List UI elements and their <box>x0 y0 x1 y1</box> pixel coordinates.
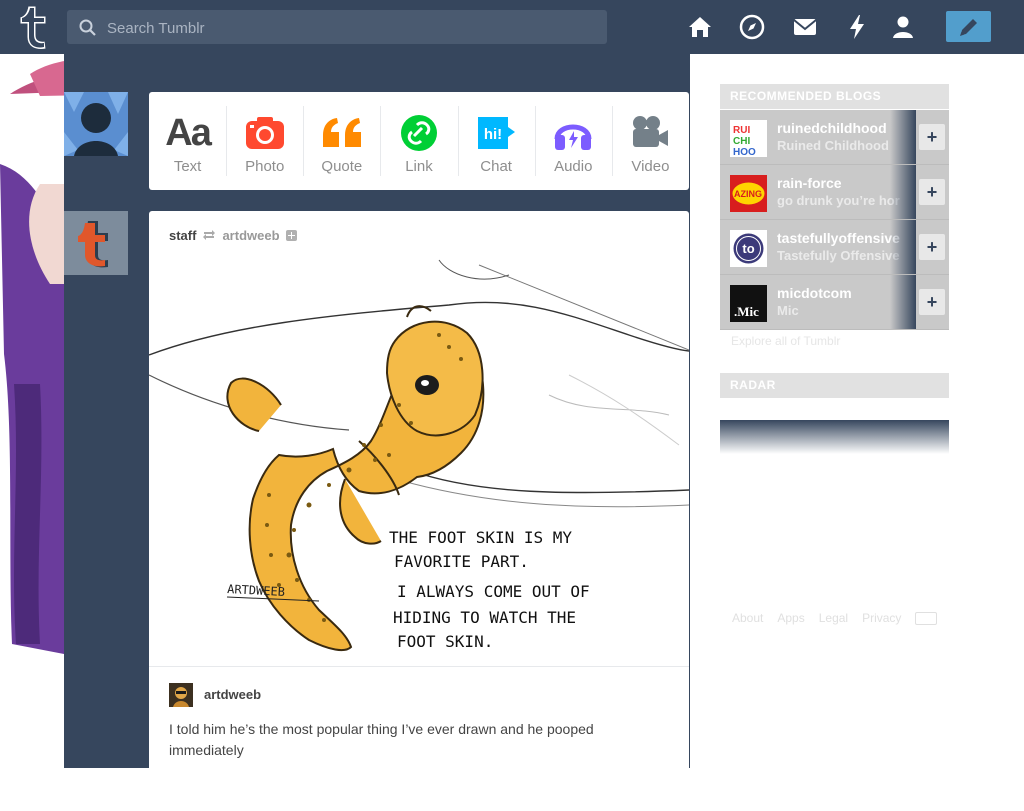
blog-name[interactable]: tastefullyoffensive <box>777 230 900 246</box>
explore-link[interactable]: Explore all of Tumblr <box>731 334 840 348</box>
follow-cell: + <box>916 110 949 164</box>
ruinedchildhood-avatar: RUI CHI HOO <box>730 120 767 157</box>
chat-post-button[interactable]: hi! Chat <box>457 92 535 190</box>
caption-line-3: I ALWAYS COME OUT OF <box>397 582 590 601</box>
blog-name[interactable]: rain-force <box>777 175 842 191</box>
footer-legal-link[interactable]: Legal <box>819 611 848 625</box>
audio-post-label: Audio <box>554 158 593 175</box>
footer-links: About Apps Legal Privacy <box>732 611 938 625</box>
recommended-blog-item[interactable]: RUI CHI HOO ruinedchildhood Ruined Child… <box>720 110 949 165</box>
link-icon <box>400 115 437 151</box>
recommended-blogs-title: RECOMMENDED BLOGS <box>720 84 949 109</box>
tastefullyoffensive-avatar: to <box>730 230 767 267</box>
micdotcom-avatar: .Mic <box>730 285 767 322</box>
chat-post-label: Chat <box>480 158 512 175</box>
follow-plus-icon[interactable] <box>285 229 297 241</box>
svg-text:hi!: hi! <box>484 126 502 143</box>
post-author-link[interactable]: staff <box>169 228 196 243</box>
dashboard-post: staff artdweeb ARTDWEEB THE FOOT SKIN IS… <box>149 211 689 811</box>
lightning-icon[interactable] <box>843 13 871 41</box>
video-post-label: Video <box>631 158 670 175</box>
follow-plus-icon[interactable]: + <box>919 124 945 150</box>
blog-name[interactable]: ruinedchildhood <box>777 120 887 136</box>
text-post-button[interactable]: Aa Text <box>149 92 226 190</box>
compass-icon[interactable] <box>738 13 766 41</box>
blog-title: Tastefully Offensive <box>777 248 900 263</box>
caption-line-1: THE FOOT SKIN IS MY <box>389 528 572 547</box>
recommended-blog-item[interactable]: to tastefullyoffensive Tastefully Offens… <box>720 220 949 275</box>
link-post-label: Link <box>405 158 433 175</box>
svg-text:RUI: RUI <box>733 125 750 136</box>
caption-line-2: FAVORITE PART. <box>394 552 529 571</box>
staff-avatar[interactable] <box>64 211 128 275</box>
reblog-divider <box>149 666 689 667</box>
caption-line-4: HIDING TO WATCH THE <box>393 608 576 627</box>
blog-title: Ruined Childhood <box>777 138 889 153</box>
compose-button[interactable] <box>946 11 991 42</box>
headphones-icon <box>554 124 592 150</box>
rain-force-avatar: AZING <box>730 175 767 212</box>
quote-post-button[interactable]: Quote <box>303 92 380 190</box>
caption-line-5: FOOT SKIN. <box>397 632 493 651</box>
radar-content[interactable] <box>720 420 949 454</box>
gecko-illustration[interactable]: ARTDWEEB THE FOOT SKIN IS MY FAVORITE PA… <box>149 255 689 665</box>
follow-plus-icon[interactable]: + <box>919 179 945 205</box>
follow-plus-icon[interactable]: + <box>919 234 945 260</box>
tumblr-logo-icon[interactable] <box>14 4 52 50</box>
follow-cell: + <box>916 275 949 329</box>
blog-name[interactable]: micdotcom <box>777 285 852 301</box>
artdweeb-avatar[interactable] <box>169 683 193 707</box>
photo-post-label: Photo <box>245 158 285 175</box>
reblog-author-name[interactable]: artdweeb <box>204 687 261 702</box>
fade-overlay <box>890 165 916 219</box>
fade-overlay <box>890 275 916 329</box>
camera-icon <box>245 117 284 149</box>
post-type-bar: Aa Text Photo Quote Link hi! Chat Audio … <box>149 92 689 190</box>
svg-text:to: to <box>742 241 754 256</box>
footer-about-link[interactable]: About <box>732 611 763 625</box>
footer-apps-link[interactable]: Apps <box>777 611 804 625</box>
search-icon <box>79 19 96 36</box>
recommended-blog-item[interactable]: AZING rain-force go drunk you’re hor + <box>720 165 949 220</box>
text-post-label: Text <box>173 158 202 175</box>
chat-icon: hi! <box>478 117 516 149</box>
svg-text:AZING: AZING <box>734 189 762 199</box>
reblog-body-text: I told him he’s the most popular thing I… <box>169 721 594 758</box>
home-icon[interactable] <box>686 13 714 41</box>
follow-cell: + <box>916 165 949 219</box>
fade-overlay <box>890 220 916 274</box>
top-navigation-bar <box>0 0 1024 54</box>
reblog-icon <box>203 230 216 240</box>
follow-cell: + <box>916 220 949 274</box>
blog-title: Mic <box>777 303 799 318</box>
blog-title: go drunk you’re hor <box>777 193 900 208</box>
audio-post-button[interactable]: Audio <box>534 92 612 190</box>
svg-text:.Mic: .Mic <box>734 304 759 319</box>
quote-post-label: Quote <box>321 158 363 175</box>
keyboard-shortcuts-icon[interactable] <box>915 611 938 625</box>
footer-privacy-link[interactable]: Privacy <box>862 611 901 625</box>
video-camera-icon <box>633 116 669 147</box>
link-post-button[interactable]: Link <box>380 92 457 190</box>
radar-title: RADAR <box>720 373 949 398</box>
reblog-source-link[interactable]: artdweeb <box>222 228 279 243</box>
quote-icon <box>322 118 361 147</box>
follow-plus-icon[interactable]: + <box>919 289 945 315</box>
photo-post-button[interactable]: Photo <box>226 92 303 190</box>
svg-text:HOO: HOO <box>733 147 756 157</box>
pencil-icon <box>960 19 977 36</box>
account-icon[interactable] <box>889 13 917 41</box>
fade-overlay <box>890 110 916 164</box>
search-box[interactable] <box>67 10 607 46</box>
user-avatar[interactable] <box>64 92 128 156</box>
text-icon: Aa <box>165 111 212 154</box>
mail-icon[interactable] <box>791 13 819 41</box>
svg-text:CHI: CHI <box>733 136 750 147</box>
recommended-blog-item[interactable]: .Mic micdotcom Mic + <box>720 275 949 330</box>
video-post-button[interactable]: Video <box>611 92 689 190</box>
recommended-blogs-list: RUI CHI HOO ruinedchildhood Ruined Child… <box>720 110 949 330</box>
post-header: staff artdweeb <box>169 227 297 243</box>
search-input[interactable] <box>105 10 599 46</box>
